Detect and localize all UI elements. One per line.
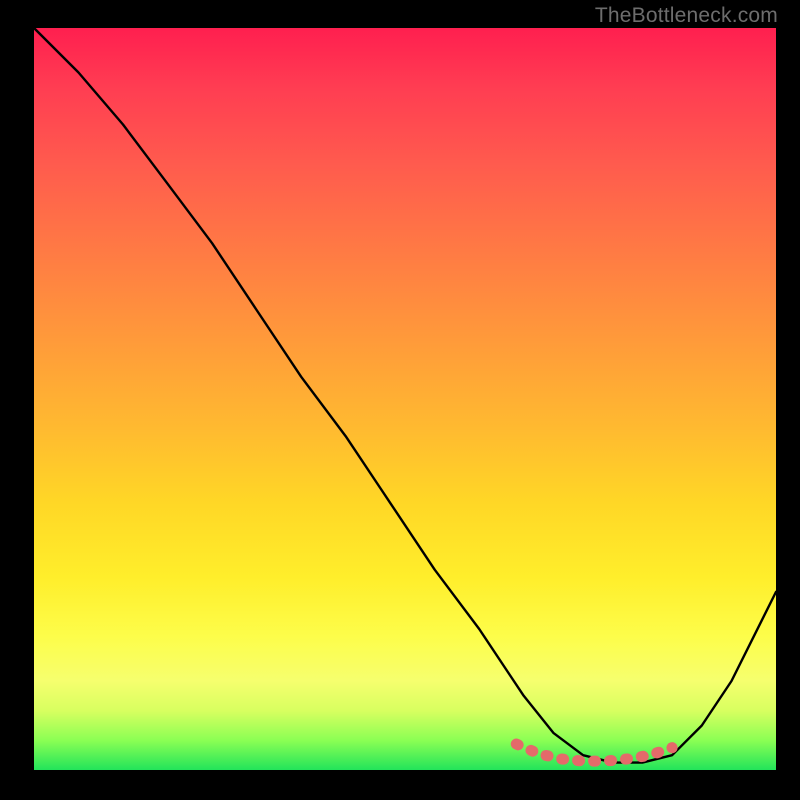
curve-overlay bbox=[34, 28, 776, 770]
chart-frame: TheBottleneck.com bbox=[0, 0, 800, 800]
highlight-segment bbox=[516, 744, 672, 761]
bottleneck-curve bbox=[34, 28, 776, 763]
attribution-watermark: TheBottleneck.com bbox=[595, 4, 778, 28]
